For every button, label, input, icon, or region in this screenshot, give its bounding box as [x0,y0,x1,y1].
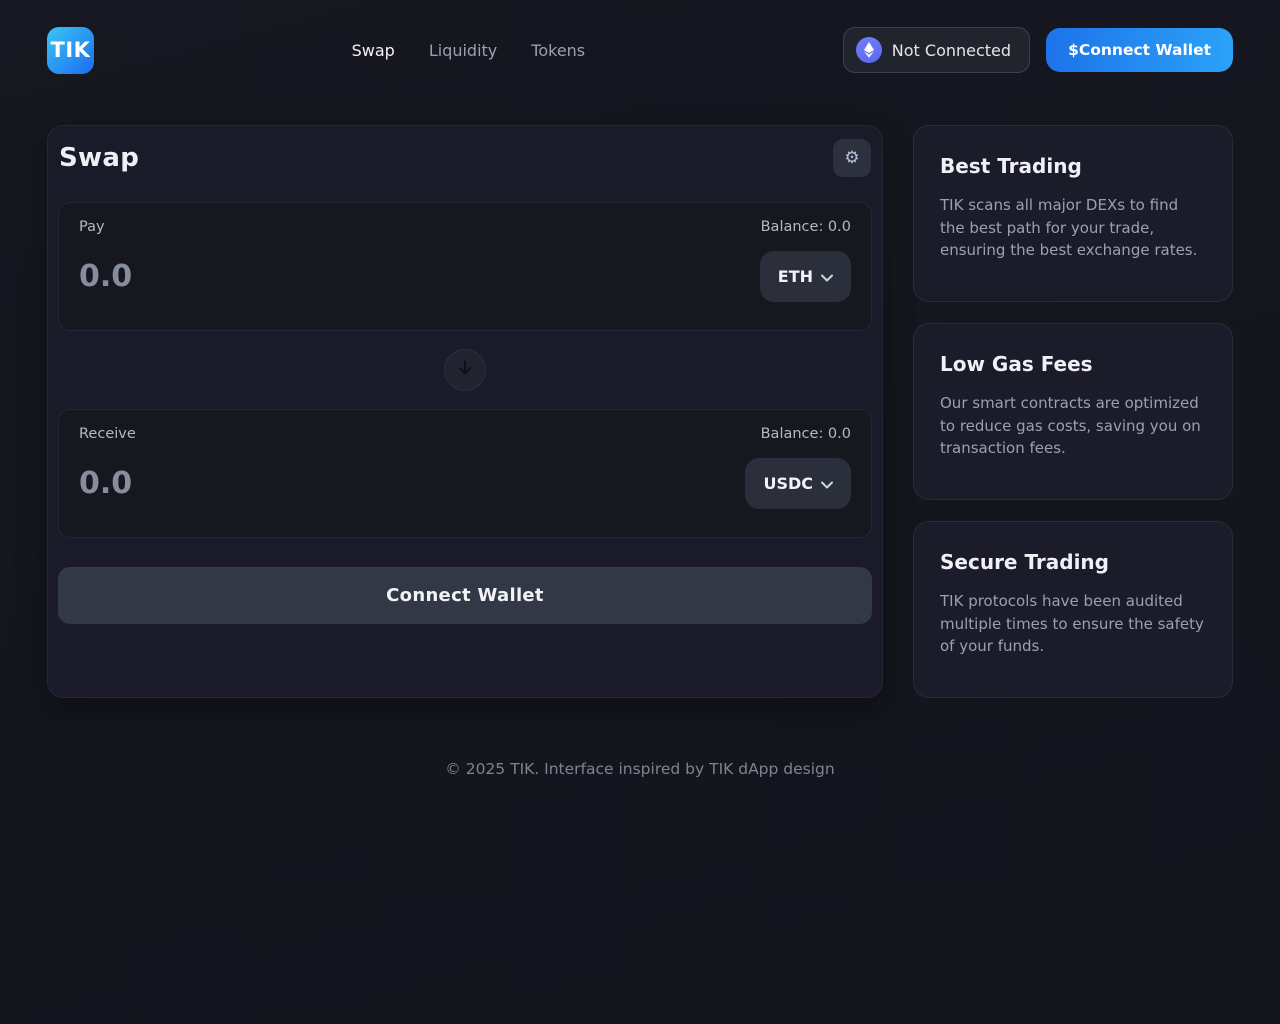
info-card-title: Best Trading [940,154,1082,178]
receive-token-label: USDC [763,474,813,493]
info-card-secure-trading: Secure Trading TIK protocols have been a… [913,521,1233,698]
info-sidebar: Best Trading TIK scans all major DEXs to… [913,125,1233,698]
chevron-down-icon [821,474,833,493]
swap-direction-button[interactable] [444,349,486,391]
pay-label: Pay [79,219,105,235]
receive-label: Receive [79,426,136,442]
settings-button[interactable]: ⚙ [833,139,871,177]
info-card-low-gas-fees: Low Gas Fees Our smart contracts are opt… [913,323,1233,500]
pay-panel: Pay Balance: 0.0 ETH [58,202,872,331]
info-card-body: TIK protocols have been audited multiple… [940,592,1204,655]
connect-wallet-submit-button[interactable]: Connect Wallet [58,567,872,624]
pay-panel-header: Pay Balance: 0.0 [79,219,851,235]
ethereum-icon [855,37,882,63]
pay-amount-input[interactable] [79,259,479,294]
nav-link-swap[interactable]: Swap [352,41,395,60]
logo[interactable]: TIK [47,26,94,74]
info-card-title: Low Gas Fees [940,352,1093,376]
gear-icon: ⚙ [844,148,860,168]
info-card-body: TIK scans all major DEXs to find the bes… [940,196,1198,259]
receive-token-selector[interactable]: USDC [745,458,851,509]
header: TIK Swap Liquidity Tokens Not Connected … [0,0,1280,100]
connect-wallet-header-button[interactable]: $Connect Wallet [1046,28,1233,72]
pay-panel-body: ETH [79,251,851,302]
info-card-body: Our smart contracts are optimized to red… [940,394,1201,457]
receive-balance: Balance: 0.0 [760,426,851,442]
receive-amount-input[interactable] [79,466,479,501]
main-content: Swap ⚙ Pay Balance: 0.0 ETH [0,100,1280,698]
receive-panel-header: Receive Balance: 0.0 [79,426,851,442]
info-card-title: Secure Trading [940,550,1109,574]
arrow-down-icon [456,359,474,381]
wallet-status-label: Not Connected [891,40,1012,60]
chevron-down-icon [821,267,833,286]
pay-balance: Balance: 0.0 [760,219,851,235]
page-title: Swap [59,143,140,173]
pay-token-label: ETH [777,267,813,286]
header-right: Not Connected $Connect Wallet [842,27,1233,73]
receive-panel-body: USDC [79,458,851,509]
swap-card-header: Swap ⚙ [58,139,872,177]
wallet-status-badge[interactable]: Not Connected [842,27,1031,73]
info-card-best-trading: Best Trading TIK scans all major DEXs to… [913,125,1233,302]
main-nav: Swap Liquidity Tokens [94,41,843,60]
nav-link-liquidity[interactable]: Liquidity [429,41,497,60]
footer-copyright: © 2025 TIK. Interface inspired by TIK dA… [445,760,835,778]
swap-direction-row [58,331,872,409]
swap-card: Swap ⚙ Pay Balance: 0.0 ETH [47,125,883,698]
receive-panel: Receive Balance: 0.0 USDC [58,409,872,538]
pay-token-selector[interactable]: ETH [759,251,851,302]
nav-link-tokens[interactable]: Tokens [531,41,585,60]
